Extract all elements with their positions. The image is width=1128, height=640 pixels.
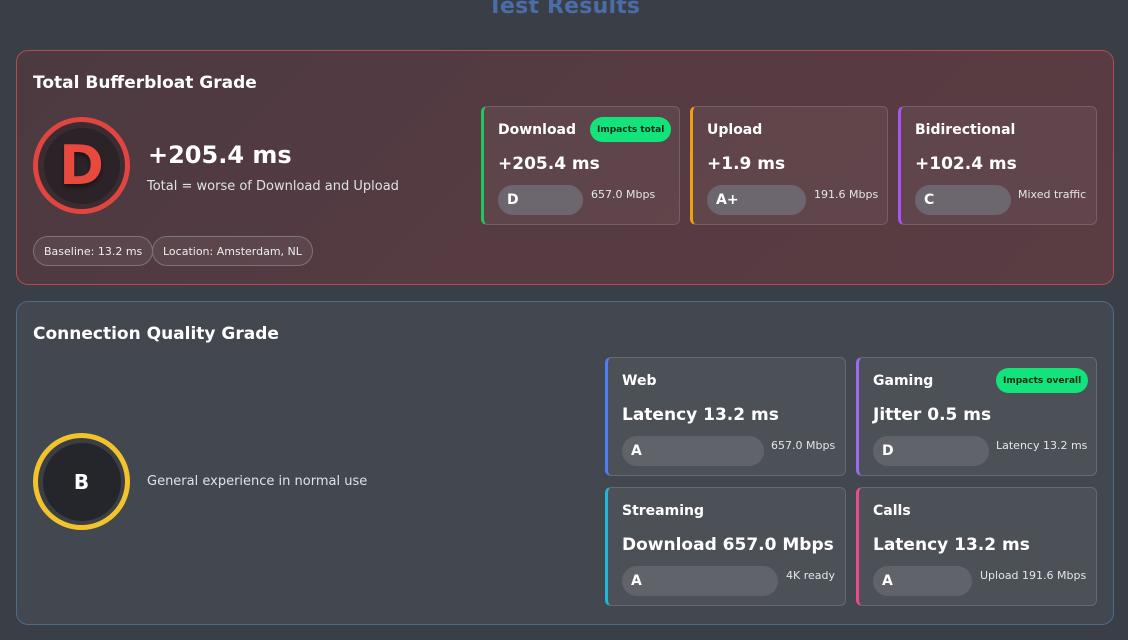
quality-panel: Connection Quality Grade B General exper… [16, 301, 1114, 625]
calls-card: Calls Latency 13.2 ms A Upload 191.6 Mbp… [856, 487, 1097, 606]
gaming-value: Jitter 0.5 ms [873, 405, 992, 425]
streaming-grade-pill: A [622, 566, 778, 596]
bidirectional-grade-pill: C [915, 185, 1011, 215]
streaming-label: Streaming [622, 503, 704, 519]
bidirectional-card: Bidirectional +102.4 ms C Mixed traffic [898, 106, 1097, 225]
page-title: Test Results [487, 0, 641, 19]
location-chip: Location: Amsterdam, NL [152, 236, 313, 266]
bufferbloat-total-value: +205.4 ms [148, 141, 292, 169]
upload-grade-pill: A+ [707, 185, 806, 215]
streaming-value: Download 657.0 Mbps [622, 535, 834, 555]
streaming-card: Streaming Download 657.0 Mbps A 4K ready [605, 487, 846, 606]
quality-grade-ring: B [33, 433, 130, 530]
bufferbloat-grade-letter: D [43, 127, 120, 204]
upload-label: Upload [707, 122, 763, 138]
bufferbloat-description: Total = worse of Download and Upload [147, 179, 399, 194]
upload-speed: 191.6 Mbps [814, 188, 879, 201]
download-value: +205.4 ms [498, 154, 600, 174]
gaming-card: Gaming Impacts overall Jitter 0.5 ms D L… [856, 357, 1097, 476]
download-card: Download Impacts total +205.4 ms D 657.0… [481, 106, 680, 225]
quality-description: General experience in normal use [147, 474, 368, 489]
download-grade-pill: D [498, 185, 583, 215]
web-value: Latency 13.2 ms [622, 405, 779, 425]
calls-label: Calls [873, 503, 911, 519]
quality-grade-letter: B [42, 442, 121, 521]
calls-note: Upload 191.6 Mbps [980, 569, 1087, 582]
gaming-label: Gaming [873, 373, 934, 389]
web-card: Web Latency 13.2 ms A 657.0 Mbps [605, 357, 846, 476]
gaming-note: Latency 13.2 ms [996, 439, 1088, 452]
upload-value: +1.9 ms [707, 154, 786, 174]
calls-grade-pill: A [873, 566, 972, 596]
download-label: Download [498, 122, 577, 138]
gaming-grade-pill: D [873, 436, 989, 466]
bufferbloat-grade-ring: D [33, 117, 130, 214]
calls-value: Latency 13.2 ms [873, 535, 1030, 555]
bufferbloat-title: Total Bufferbloat Grade [33, 73, 257, 93]
bidirectional-note: Mixed traffic [1018, 188, 1087, 201]
bufferbloat-panel: Total Bufferbloat Grade D +205.4 ms Tota… [16, 50, 1114, 285]
web-grade-pill: A [622, 436, 764, 466]
web-label: Web [622, 373, 657, 389]
bidirectional-label: Bidirectional [915, 122, 1016, 138]
web-note: 657.0 Mbps [771, 439, 836, 452]
download-speed: 657.0 Mbps [591, 188, 656, 201]
baseline-chip: Baseline: 13.2 ms [33, 236, 154, 266]
upload-card: Upload +1.9 ms A+ 191.6 Mbps [690, 106, 888, 225]
streaming-note: 4K ready [786, 569, 835, 582]
bidirectional-value: +102.4 ms [915, 154, 1017, 174]
impacts-overall-badge: Impacts overall [996, 368, 1089, 393]
impacts-total-badge: Impacts total [590, 117, 672, 142]
quality-title: Connection Quality Grade [33, 324, 279, 344]
